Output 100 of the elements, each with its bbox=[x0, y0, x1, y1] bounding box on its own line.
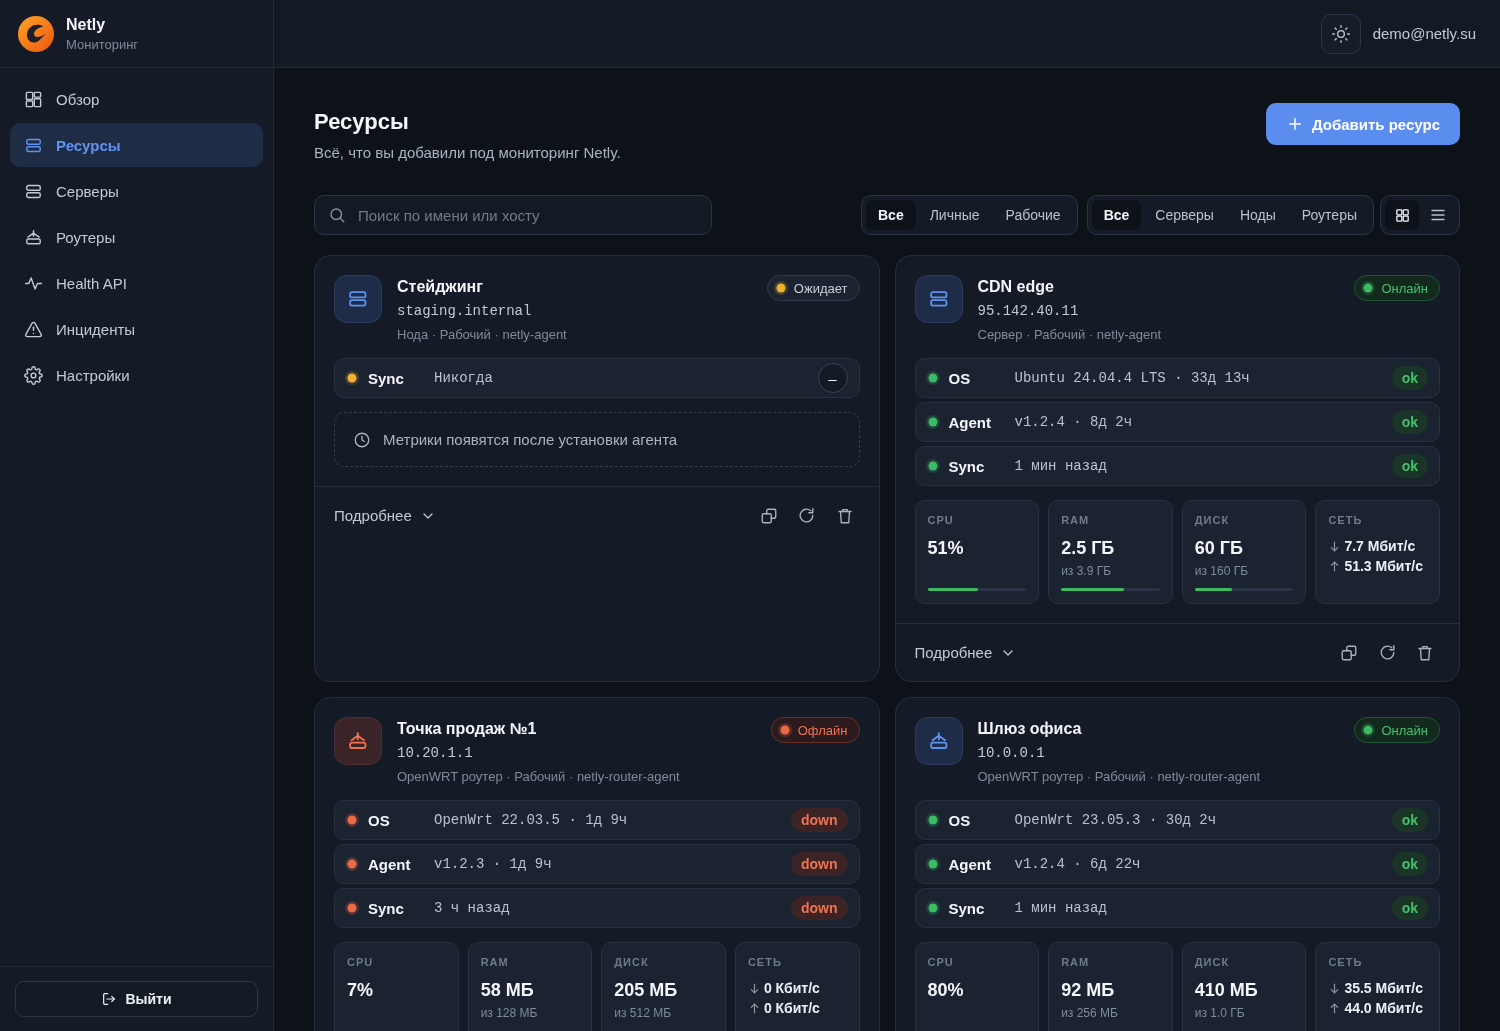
resource-name: Точка продаж №1 bbox=[397, 719, 537, 739]
grid-view-icon bbox=[1393, 206, 1411, 224]
resource-host: 10.0.0.1 bbox=[977, 744, 1045, 763]
check-label: Agent bbox=[948, 855, 992, 873]
refresh-icon[interactable] bbox=[797, 506, 816, 525]
status-dot-icon bbox=[773, 281, 788, 295]
refresh-icon[interactable] bbox=[1377, 643, 1397, 662]
server-icon bbox=[914, 275, 963, 323]
upload-rate: 44.0 Мбит/с bbox=[1344, 999, 1423, 1018]
details-toggle[interactable]: Подробнее bbox=[334, 507, 436, 524]
check-status-pill: ok bbox=[1391, 454, 1428, 478]
metric-label: RAM bbox=[1061, 513, 1090, 527]
page-subtitle: Всё, что вы добавили под мониторинг Netly. bbox=[314, 143, 621, 163]
metric-label: ДИСК bbox=[1194, 955, 1230, 969]
download-rate: 7.7 Мбит/с bbox=[1344, 537, 1416, 556]
check-label: OS bbox=[368, 811, 391, 829]
resource-name: Стейджинг bbox=[397, 277, 483, 297]
metric-label: CPU bbox=[927, 955, 954, 969]
metric-label: ДИСК bbox=[1194, 513, 1230, 527]
sidebar-item[interactable]: Ресурсы bbox=[10, 123, 263, 167]
check-label: OS bbox=[948, 369, 972, 387]
status-dot-icon bbox=[925, 901, 940, 915]
filter-tab[interactable]: Рабочие bbox=[993, 200, 1073, 230]
metric-capacity: из 512 МБ bbox=[614, 1005, 671, 1021]
check-value: v1.2.4 · 8д 2ч bbox=[1014, 414, 1133, 430]
copy-icon[interactable] bbox=[759, 506, 778, 525]
resource-meta: OpenWRT роутер · Рабочий · netly-router-agent bbox=[397, 768, 680, 786]
check-status-pill: down bbox=[790, 808, 848, 832]
filter-tab[interactable]: Все bbox=[1091, 200, 1142, 230]
status-dot-icon bbox=[345, 813, 359, 827]
metric-value: 51% bbox=[927, 537, 964, 559]
metric-label: CPU bbox=[347, 955, 374, 969]
status-label: Онлайн bbox=[1381, 280, 1428, 296]
metric-label: СЕТЬ bbox=[1328, 955, 1363, 969]
sidebar-item[interactable]: Серверы bbox=[10, 169, 263, 213]
upload-rate: 0 Кбит/с bbox=[763, 999, 820, 1018]
metric-value: 205 МБ bbox=[614, 979, 678, 1001]
status-dot-icon bbox=[345, 371, 359, 385]
router-icon bbox=[24, 227, 43, 247]
status-dot-icon bbox=[925, 813, 940, 827]
dashboard-grid-icon bbox=[24, 89, 43, 109]
logo-icon bbox=[18, 15, 54, 52]
notice-text: Метрики появятся после установки агента bbox=[383, 431, 678, 448]
server-icon bbox=[334, 275, 382, 323]
check-value: 3 ч назад bbox=[434, 900, 510, 916]
sidebar-item[interactable]: Health API bbox=[10, 261, 263, 305]
filter-tab[interactable]: Роутеры bbox=[1289, 200, 1369, 230]
theme-toggle-button[interactable] bbox=[1320, 13, 1361, 54]
filter-tab[interactable]: Все bbox=[866, 200, 916, 230]
metric-value: 2.5 ГБ bbox=[1061, 537, 1115, 559]
metric-value: 80% bbox=[927, 979, 964, 1001]
warning-icon bbox=[24, 319, 43, 339]
metric-value: 410 МБ bbox=[1194, 979, 1258, 1001]
filter-tab[interactable]: Ноды bbox=[1227, 200, 1288, 230]
trash-icon[interactable] bbox=[835, 506, 854, 525]
filter-tab[interactable]: Серверы bbox=[1143, 200, 1226, 230]
filter-tab[interactable]: Личные bbox=[917, 200, 992, 230]
sidebar-item[interactable]: Обзор bbox=[10, 77, 263, 121]
copy-icon[interactable] bbox=[1340, 643, 1358, 662]
metric-value: 60 ГБ bbox=[1194, 537, 1243, 559]
search-field[interactable]: Поиск по имени или хосту bbox=[314, 195, 712, 235]
sidebar-item[interactable]: Настройки bbox=[10, 353, 263, 397]
download-rate: 35.5 Мбит/с bbox=[1344, 979, 1423, 998]
clock-icon bbox=[353, 430, 371, 449]
metric-label: RAM bbox=[480, 955, 509, 969]
trash-icon[interactable] bbox=[1416, 643, 1434, 662]
check-status-pill: ok bbox=[1391, 366, 1428, 390]
logout-button[interactable]: Выйти bbox=[15, 981, 258, 1017]
status-dot-icon bbox=[925, 415, 940, 429]
check-label: Agent bbox=[368, 855, 412, 873]
check-label: Sync bbox=[368, 369, 405, 387]
check-status-pill: ok bbox=[1391, 896, 1428, 920]
metric-label: СЕТЬ bbox=[1328, 513, 1363, 527]
resource-host: 10.20.1.1 bbox=[397, 744, 473, 763]
pending-button[interactable]: – bbox=[817, 363, 848, 393]
details-toggle[interactable]: Подробнее bbox=[914, 644, 1017, 661]
sidebar-item[interactable]: Роутеры bbox=[10, 215, 263, 259]
status-dot-icon bbox=[925, 371, 940, 385]
sidebar-item[interactable]: Инциденты bbox=[10, 307, 263, 351]
metric-capacity: из 1.0 ГБ bbox=[1194, 1005, 1245, 1021]
metric-label: СЕТЬ bbox=[747, 955, 782, 969]
status-label: Офлайн bbox=[797, 722, 848, 738]
search-icon bbox=[328, 206, 346, 224]
metric-value: 58 МБ bbox=[480, 979, 534, 1001]
metric-capacity: из 256 МБ bbox=[1061, 1005, 1118, 1021]
status-dot-icon bbox=[1361, 723, 1376, 737]
status-dot-icon bbox=[925, 857, 940, 871]
status-dot-icon bbox=[925, 459, 940, 473]
status-dot-icon bbox=[345, 857, 359, 871]
check-value: 1 мин назад bbox=[1014, 900, 1107, 916]
check-status-pill: down bbox=[790, 852, 848, 876]
app-name: Netly bbox=[66, 15, 106, 34]
resource-meta: Нода · Рабочий · netly-agent bbox=[397, 326, 567, 344]
user-email: demo@netly.su bbox=[1372, 25, 1476, 42]
check-value: OpenWrt 23.05.3 · 30д 2ч bbox=[1014, 812, 1217, 828]
router-icon bbox=[914, 717, 963, 765]
grid-view-tab[interactable] bbox=[1385, 200, 1419, 230]
metric-value: 92 МБ bbox=[1061, 979, 1115, 1001]
upload-rate: 51.3 Мбит/с bbox=[1344, 557, 1423, 576]
resource-name: Шлюз офиса bbox=[977, 719, 1082, 739]
